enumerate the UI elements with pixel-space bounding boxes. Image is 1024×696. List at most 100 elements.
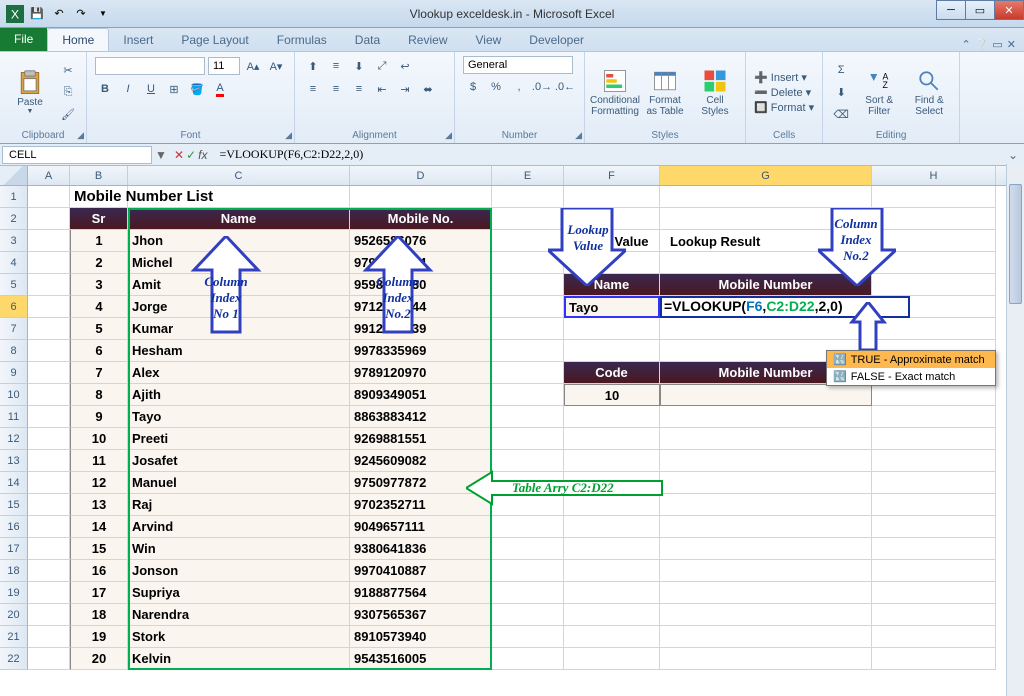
cell[interactable]: 9049657111 bbox=[350, 516, 492, 538]
cell[interactable]: Narendra bbox=[128, 604, 350, 626]
cell[interactable] bbox=[492, 428, 564, 450]
number-launcher-icon[interactable]: ◢ bbox=[575, 130, 582, 141]
cell[interactable] bbox=[28, 516, 70, 538]
cell[interactable]: 17 bbox=[70, 582, 128, 604]
alignment-launcher-icon[interactable]: ◢ bbox=[445, 130, 452, 141]
cell[interactable]: 10 bbox=[70, 428, 128, 450]
cell[interactable]: 9712335944 bbox=[350, 296, 492, 318]
cell[interactable]: 8909349051 bbox=[350, 384, 492, 406]
close-button[interactable]: ✕ bbox=[994, 0, 1024, 20]
cell[interactable] bbox=[564, 450, 660, 472]
maximize-button[interactable]: ▭ bbox=[965, 0, 995, 20]
cell[interactable]: Josafet bbox=[128, 450, 350, 472]
cell[interactable] bbox=[564, 428, 660, 450]
cell[interactable] bbox=[872, 450, 996, 472]
cell[interactable] bbox=[492, 516, 564, 538]
row-header-22[interactable]: 22 bbox=[0, 648, 28, 670]
cell[interactable] bbox=[564, 340, 660, 362]
cell[interactable]: Jorge bbox=[128, 296, 350, 318]
comma-icon[interactable]: , bbox=[509, 77, 529, 97]
cancel-formula-icon[interactable]: ✕ bbox=[174, 148, 184, 162]
dec-decimal-icon[interactable]: .0← bbox=[555, 77, 575, 97]
formula-edit-display[interactable]: =VLOOKUP(F6,C2:D22,2,0) bbox=[664, 298, 843, 314]
cell[interactable] bbox=[660, 384, 872, 406]
col-header-G[interactable]: G bbox=[660, 166, 872, 185]
delete-cells-button[interactable]: ➖ Delete ▾ bbox=[754, 86, 814, 99]
cell[interactable] bbox=[28, 230, 70, 252]
cell[interactable] bbox=[660, 494, 872, 516]
row-header-5[interactable]: 5 bbox=[0, 274, 28, 296]
cell[interactable] bbox=[28, 450, 70, 472]
cell[interactable] bbox=[872, 274, 996, 296]
bold-icon[interactable]: B bbox=[95, 79, 115, 99]
col-header-E[interactable]: E bbox=[492, 166, 564, 185]
cell[interactable]: 9 bbox=[70, 406, 128, 428]
font-size-input[interactable] bbox=[208, 57, 240, 75]
underline-icon[interactable]: U bbox=[141, 79, 161, 99]
window-restore-icon[interactable]: ▭ bbox=[992, 38, 1002, 51]
cell[interactable] bbox=[350, 186, 492, 208]
row-header-10[interactable]: 10 bbox=[0, 384, 28, 406]
align-center-icon[interactable]: ≡ bbox=[326, 79, 346, 99]
cell[interactable] bbox=[128, 186, 350, 208]
help-icon[interactable]: ❔ bbox=[975, 38, 989, 51]
cell[interactable] bbox=[872, 516, 996, 538]
clear-icon[interactable]: ⌫ bbox=[831, 104, 851, 124]
indent-dec-icon[interactable]: ⇤ bbox=[372, 79, 392, 99]
select-all-corner[interactable] bbox=[0, 166, 28, 185]
cell[interactable] bbox=[492, 538, 564, 560]
undo-icon[interactable]: ↶ bbox=[50, 5, 68, 23]
row-header-6[interactable]: 6 bbox=[0, 296, 28, 318]
align-right-icon[interactable]: ≡ bbox=[349, 79, 369, 99]
cell[interactable] bbox=[492, 472, 564, 494]
row-header-18[interactable]: 18 bbox=[0, 560, 28, 582]
cell[interactable]: Win bbox=[128, 538, 350, 560]
cell[interactable]: 9702352711 bbox=[350, 494, 492, 516]
file-tab[interactable]: File bbox=[0, 27, 47, 51]
row-header-3[interactable]: 3 bbox=[0, 230, 28, 252]
cell[interactable] bbox=[28, 362, 70, 384]
row-header-14[interactable]: 14 bbox=[0, 472, 28, 494]
cell[interactable] bbox=[660, 538, 872, 560]
format-cells-button[interactable]: 🔲 Format ▾ bbox=[754, 101, 814, 114]
tab-home[interactable]: Home bbox=[47, 28, 109, 51]
cell[interactable]: 2 bbox=[70, 252, 128, 274]
cell[interactable] bbox=[28, 428, 70, 450]
cell[interactable]: 8863883412 bbox=[350, 406, 492, 428]
cell[interactable] bbox=[492, 604, 564, 626]
cell[interactable]: Stork bbox=[128, 626, 350, 648]
cell[interactable] bbox=[872, 428, 996, 450]
cell[interactable] bbox=[872, 494, 996, 516]
cell[interactable] bbox=[28, 186, 70, 208]
cell[interactable] bbox=[28, 252, 70, 274]
cell[interactable] bbox=[872, 538, 996, 560]
cell[interactable] bbox=[492, 186, 564, 208]
col-header-H[interactable]: H bbox=[872, 166, 996, 185]
minimize-button[interactable]: ─ bbox=[936, 0, 966, 20]
row-header-16[interactable]: 16 bbox=[0, 516, 28, 538]
cell[interactable] bbox=[564, 538, 660, 560]
save-icon[interactable]: 💾 bbox=[28, 5, 46, 23]
cell[interactable] bbox=[660, 472, 872, 494]
cell[interactable]: 7 bbox=[70, 362, 128, 384]
cell[interactable]: Hesham bbox=[128, 340, 350, 362]
enter-formula-icon[interactable]: ✓ bbox=[186, 148, 196, 162]
cell[interactable] bbox=[492, 406, 564, 428]
cell[interactable] bbox=[492, 230, 564, 252]
cell[interactable] bbox=[660, 428, 872, 450]
cell[interactable] bbox=[28, 318, 70, 340]
cell[interactable] bbox=[492, 340, 564, 362]
row-header-9[interactable]: 9 bbox=[0, 362, 28, 384]
cell[interactable]: Manuel bbox=[128, 472, 350, 494]
cell[interactable] bbox=[660, 208, 872, 230]
cell[interactable] bbox=[564, 648, 660, 670]
cell[interactable]: 9526586076 bbox=[350, 230, 492, 252]
cell[interactable]: Sr bbox=[70, 208, 128, 230]
cell[interactable]: Tayo bbox=[564, 296, 660, 318]
cell[interactable] bbox=[28, 538, 70, 560]
fill-color-icon[interactable]: 🪣 bbox=[187, 79, 207, 99]
cell[interactable] bbox=[28, 472, 70, 494]
font-launcher-icon[interactable]: ◢ bbox=[285, 130, 292, 141]
align-middle-icon[interactable]: ≡ bbox=[326, 56, 346, 76]
cell[interactable] bbox=[872, 406, 996, 428]
